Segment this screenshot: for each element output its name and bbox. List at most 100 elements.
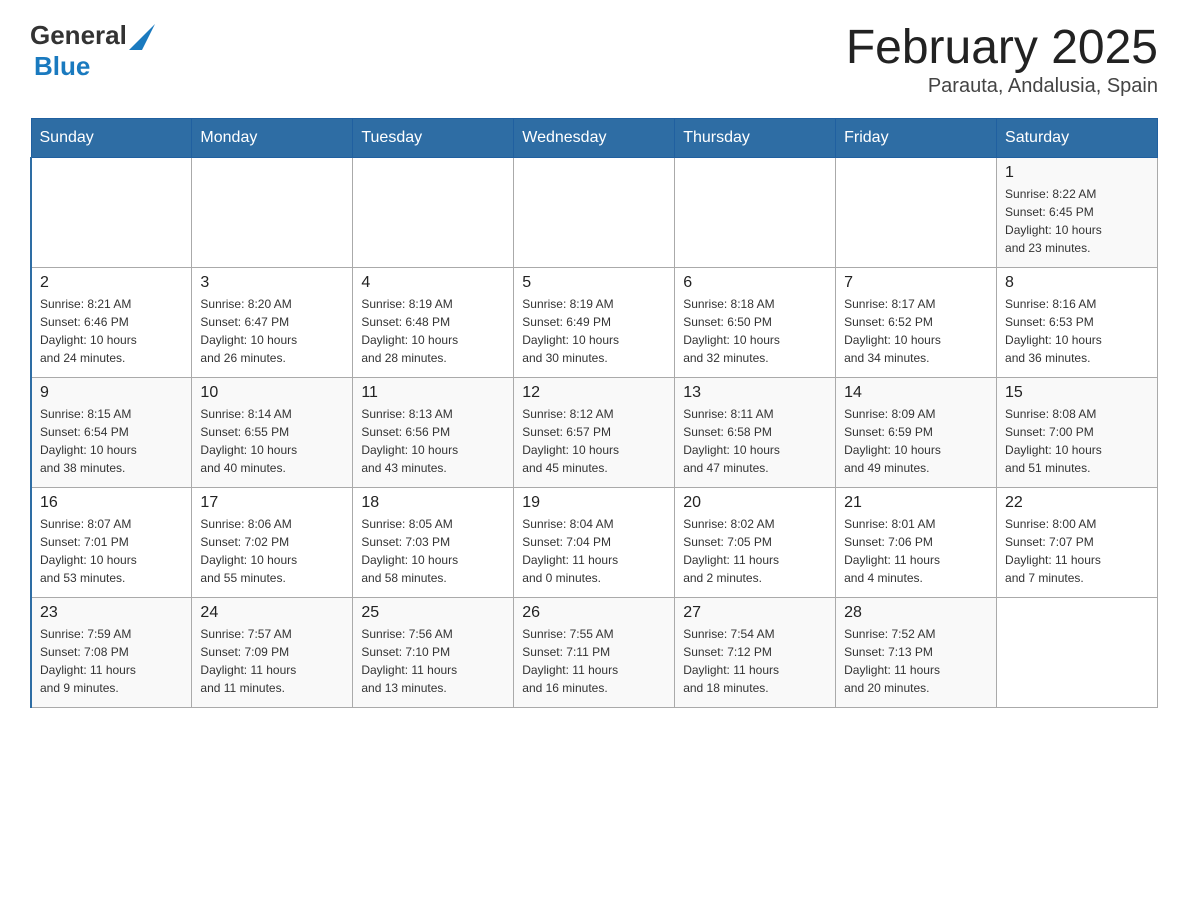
page-header: General Blue February 2025 Parauta, Anda…: [30, 20, 1158, 98]
day-number: 5: [522, 274, 666, 292]
weekday-header-friday: Friday: [836, 119, 997, 158]
calendar-cell: 1Sunrise: 8:22 AM Sunset: 6:45 PM Daylig…: [997, 158, 1158, 268]
calendar-body: 1Sunrise: 8:22 AM Sunset: 6:45 PM Daylig…: [31, 158, 1158, 708]
day-number: 15: [1005, 384, 1149, 402]
day-info: Sunrise: 8:06 AM Sunset: 7:02 PM Dayligh…: [200, 515, 344, 587]
calendar-row-3: 16 Sunrise: 8:07 AM Sunset: 7:01 PM Dayli…: [31, 488, 1158, 598]
weekday-header-saturday: Saturday: [997, 119, 1158, 158]
logo-general-text: General: [30, 20, 127, 51]
day-info: Sunrise: 8:12 AM Sunset: 6:57 PM Dayligh…: [522, 405, 666, 477]
calendar-cell: 4 Sunrise: 8:19 AM Sunset: 6:48 PM Daylig…: [353, 268, 514, 378]
calendar-cell: 25 Sunrise: 7:56 AM Sunset: 7:10 PM Dayli…: [353, 598, 514, 708]
logo: General Blue: [30, 20, 155, 82]
calendar-cell: 11Sunrise: 8:13 AM Sunset: 6:56 PM Dayli…: [353, 378, 514, 488]
calendar-cell: 24Sunrise: 7:57 AM Sunset: 7:09 PM Dayli…: [192, 598, 353, 708]
day-number: 16: [40, 494, 183, 512]
calendar-cell: 8Sunrise: 8:16 AM Sunset: 6:53 PM Daylig…: [997, 268, 1158, 378]
day-info: Sunrise: 8:22 AM Sunset: 6:45 PM Dayligh…: [1005, 185, 1149, 257]
logo-blue-text: Blue: [34, 51, 90, 81]
day-number: 22: [1005, 494, 1149, 512]
calendar-cell: 18 Sunrise: 8:05 AM Sunset: 7:03 PM Dayli…: [353, 488, 514, 598]
day-number: 24: [200, 604, 344, 622]
day-info: Sunrise: 7:52 AM Sunset: 7:13 PM Dayligh…: [844, 625, 988, 697]
day-number: 25: [361, 604, 505, 622]
day-info: Sunrise: 7:54 AM Sunset: 7:12 PM Dayligh…: [683, 625, 827, 697]
calendar-cell: 9Sunrise: 8:15 AM Sunset: 6:54 PM Daylig…: [31, 378, 192, 488]
day-info: Sunrise: 8:02 AM Sunset: 7:05 PM Dayligh…: [683, 515, 827, 587]
day-info: Sunrise: 8:21 AM Sunset: 6:46 PM Dayligh…: [40, 295, 183, 367]
logo-icon: [129, 24, 155, 50]
location: Parauta, Andalusia, Spain: [846, 75, 1158, 98]
day-number: 27: [683, 604, 827, 622]
month-title: February 2025: [846, 20, 1158, 75]
calendar-cell: [997, 598, 1158, 708]
calendar-cell: [675, 158, 836, 268]
day-number: 11: [361, 384, 505, 402]
day-number: 10: [200, 384, 344, 402]
weekday-header-sunday: Sunday: [31, 119, 192, 158]
calendar-cell: 26 Sunrise: 7:55 AM Sunset: 7:11 PM Dayli…: [514, 598, 675, 708]
calendar-cell: 6 Sunrise: 8:18 AM Sunset: 6:50 PM Daylig…: [675, 268, 836, 378]
day-number: 6: [683, 274, 827, 292]
calendar-cell: 2 Sunrise: 8:21 AM Sunset: 6:46 PM Daylig…: [31, 268, 192, 378]
weekday-header-wednesday: Wednesday: [514, 119, 675, 158]
day-number: 20: [683, 494, 827, 512]
calendar-cell: 21 Sunrise: 8:01 AM Sunset: 7:06 PM Dayli…: [836, 488, 997, 598]
day-info: Sunrise: 7:55 AM Sunset: 7:11 PM Dayligh…: [522, 625, 666, 697]
calendar-cell: 22 Sunrise: 8:00 AM Sunset: 7:07 PM Dayli…: [997, 488, 1158, 598]
day-info: Sunrise: 8:05 AM Sunset: 7:03 PM Dayligh…: [361, 515, 505, 587]
day-info: Sunrise: 8:14 AM Sunset: 6:55 PM Dayligh…: [200, 405, 344, 477]
calendar-cell: 27 Sunrise: 7:54 AM Sunset: 7:12 PM Dayli…: [675, 598, 836, 708]
day-number: 17: [200, 494, 344, 512]
day-number: 2: [40, 274, 183, 292]
day-info: Sunrise: 8:19 AM Sunset: 6:49 PM Dayligh…: [522, 295, 666, 367]
calendar-header: SundayMondayTuesdayWednesdayThursdayFrid…: [31, 119, 1158, 158]
calendar-cell: 13 Sunrise: 8:11 AM Sunset: 6:58 PM Dayli…: [675, 378, 836, 488]
title-block: February 2025 Parauta, Andalusia, Spain: [846, 20, 1158, 98]
day-number: 28: [844, 604, 988, 622]
weekday-header-tuesday: Tuesday: [353, 119, 514, 158]
day-info: Sunrise: 8:01 AM Sunset: 7:06 PM Dayligh…: [844, 515, 988, 587]
calendar-row-2: 9Sunrise: 8:15 AM Sunset: 6:54 PM Daylig…: [31, 378, 1158, 488]
day-number: 3: [200, 274, 344, 292]
calendar-cell: 7 Sunrise: 8:17 AM Sunset: 6:52 PM Daylig…: [836, 268, 997, 378]
day-number: 7: [844, 274, 988, 292]
day-number: 19: [522, 494, 666, 512]
day-info: Sunrise: 8:00 AM Sunset: 7:07 PM Dayligh…: [1005, 515, 1149, 587]
day-number: 21: [844, 494, 988, 512]
calendar-cell: 23 Sunrise: 7:59 AM Sunset: 7:08 PM Dayli…: [31, 598, 192, 708]
calendar-cell: 3Sunrise: 8:20 AM Sunset: 6:47 PM Daylig…: [192, 268, 353, 378]
day-info: Sunrise: 7:56 AM Sunset: 7:10 PM Dayligh…: [361, 625, 505, 697]
day-info: Sunrise: 8:17 AM Sunset: 6:52 PM Dayligh…: [844, 295, 988, 367]
day-number: 14: [844, 384, 988, 402]
day-info: Sunrise: 8:09 AM Sunset: 6:59 PM Dayligh…: [844, 405, 988, 477]
weekday-header-monday: Monday: [192, 119, 353, 158]
weekday-header-row: SundayMondayTuesdayWednesdayThursdayFrid…: [31, 119, 1158, 158]
calendar-cell: 16 Sunrise: 8:07 AM Sunset: 7:01 PM Dayli…: [31, 488, 192, 598]
calendar-cell: 28 Sunrise: 7:52 AM Sunset: 7:13 PM Dayli…: [836, 598, 997, 708]
day-number: 23: [40, 604, 183, 622]
weekday-header-thursday: Thursday: [675, 119, 836, 158]
calendar-cell: [31, 158, 192, 268]
day-info: Sunrise: 8:07 AM Sunset: 7:01 PM Dayligh…: [40, 515, 183, 587]
calendar-cell: [836, 158, 997, 268]
day-number: 4: [361, 274, 505, 292]
calendar-cell: 14 Sunrise: 8:09 AM Sunset: 6:59 PM Dayli…: [836, 378, 997, 488]
day-number: 13: [683, 384, 827, 402]
day-number: 8: [1005, 274, 1149, 292]
day-number: 18: [361, 494, 505, 512]
calendar-table: SundayMondayTuesdayWednesdayThursdayFrid…: [30, 118, 1158, 708]
day-info: Sunrise: 8:19 AM Sunset: 6:48 PM Dayligh…: [361, 295, 505, 367]
calendar-cell: 5 Sunrise: 8:19 AM Sunset: 6:49 PM Daylig…: [514, 268, 675, 378]
day-info: Sunrise: 8:08 AM Sunset: 7:00 PM Dayligh…: [1005, 405, 1149, 477]
calendar-cell: 20 Sunrise: 8:02 AM Sunset: 7:05 PM Dayli…: [675, 488, 836, 598]
calendar-cell: 10 Sunrise: 8:14 AM Sunset: 6:55 PM Dayli…: [192, 378, 353, 488]
day-info: Sunrise: 8:04 AM Sunset: 7:04 PM Dayligh…: [522, 515, 666, 587]
day-info: Sunrise: 8:11 AM Sunset: 6:58 PM Dayligh…: [683, 405, 827, 477]
calendar-cell: 19 Sunrise: 8:04 AM Sunset: 7:04 PM Dayli…: [514, 488, 675, 598]
day-number: 26: [522, 604, 666, 622]
calendar-row-1: 2 Sunrise: 8:21 AM Sunset: 6:46 PM Daylig…: [31, 268, 1158, 378]
day-info: Sunrise: 7:59 AM Sunset: 7:08 PM Dayligh…: [40, 625, 183, 697]
calendar-row-4: 23 Sunrise: 7:59 AM Sunset: 7:08 PM Dayli…: [31, 598, 1158, 708]
day-info: Sunrise: 8:18 AM Sunset: 6:50 PM Dayligh…: [683, 295, 827, 367]
